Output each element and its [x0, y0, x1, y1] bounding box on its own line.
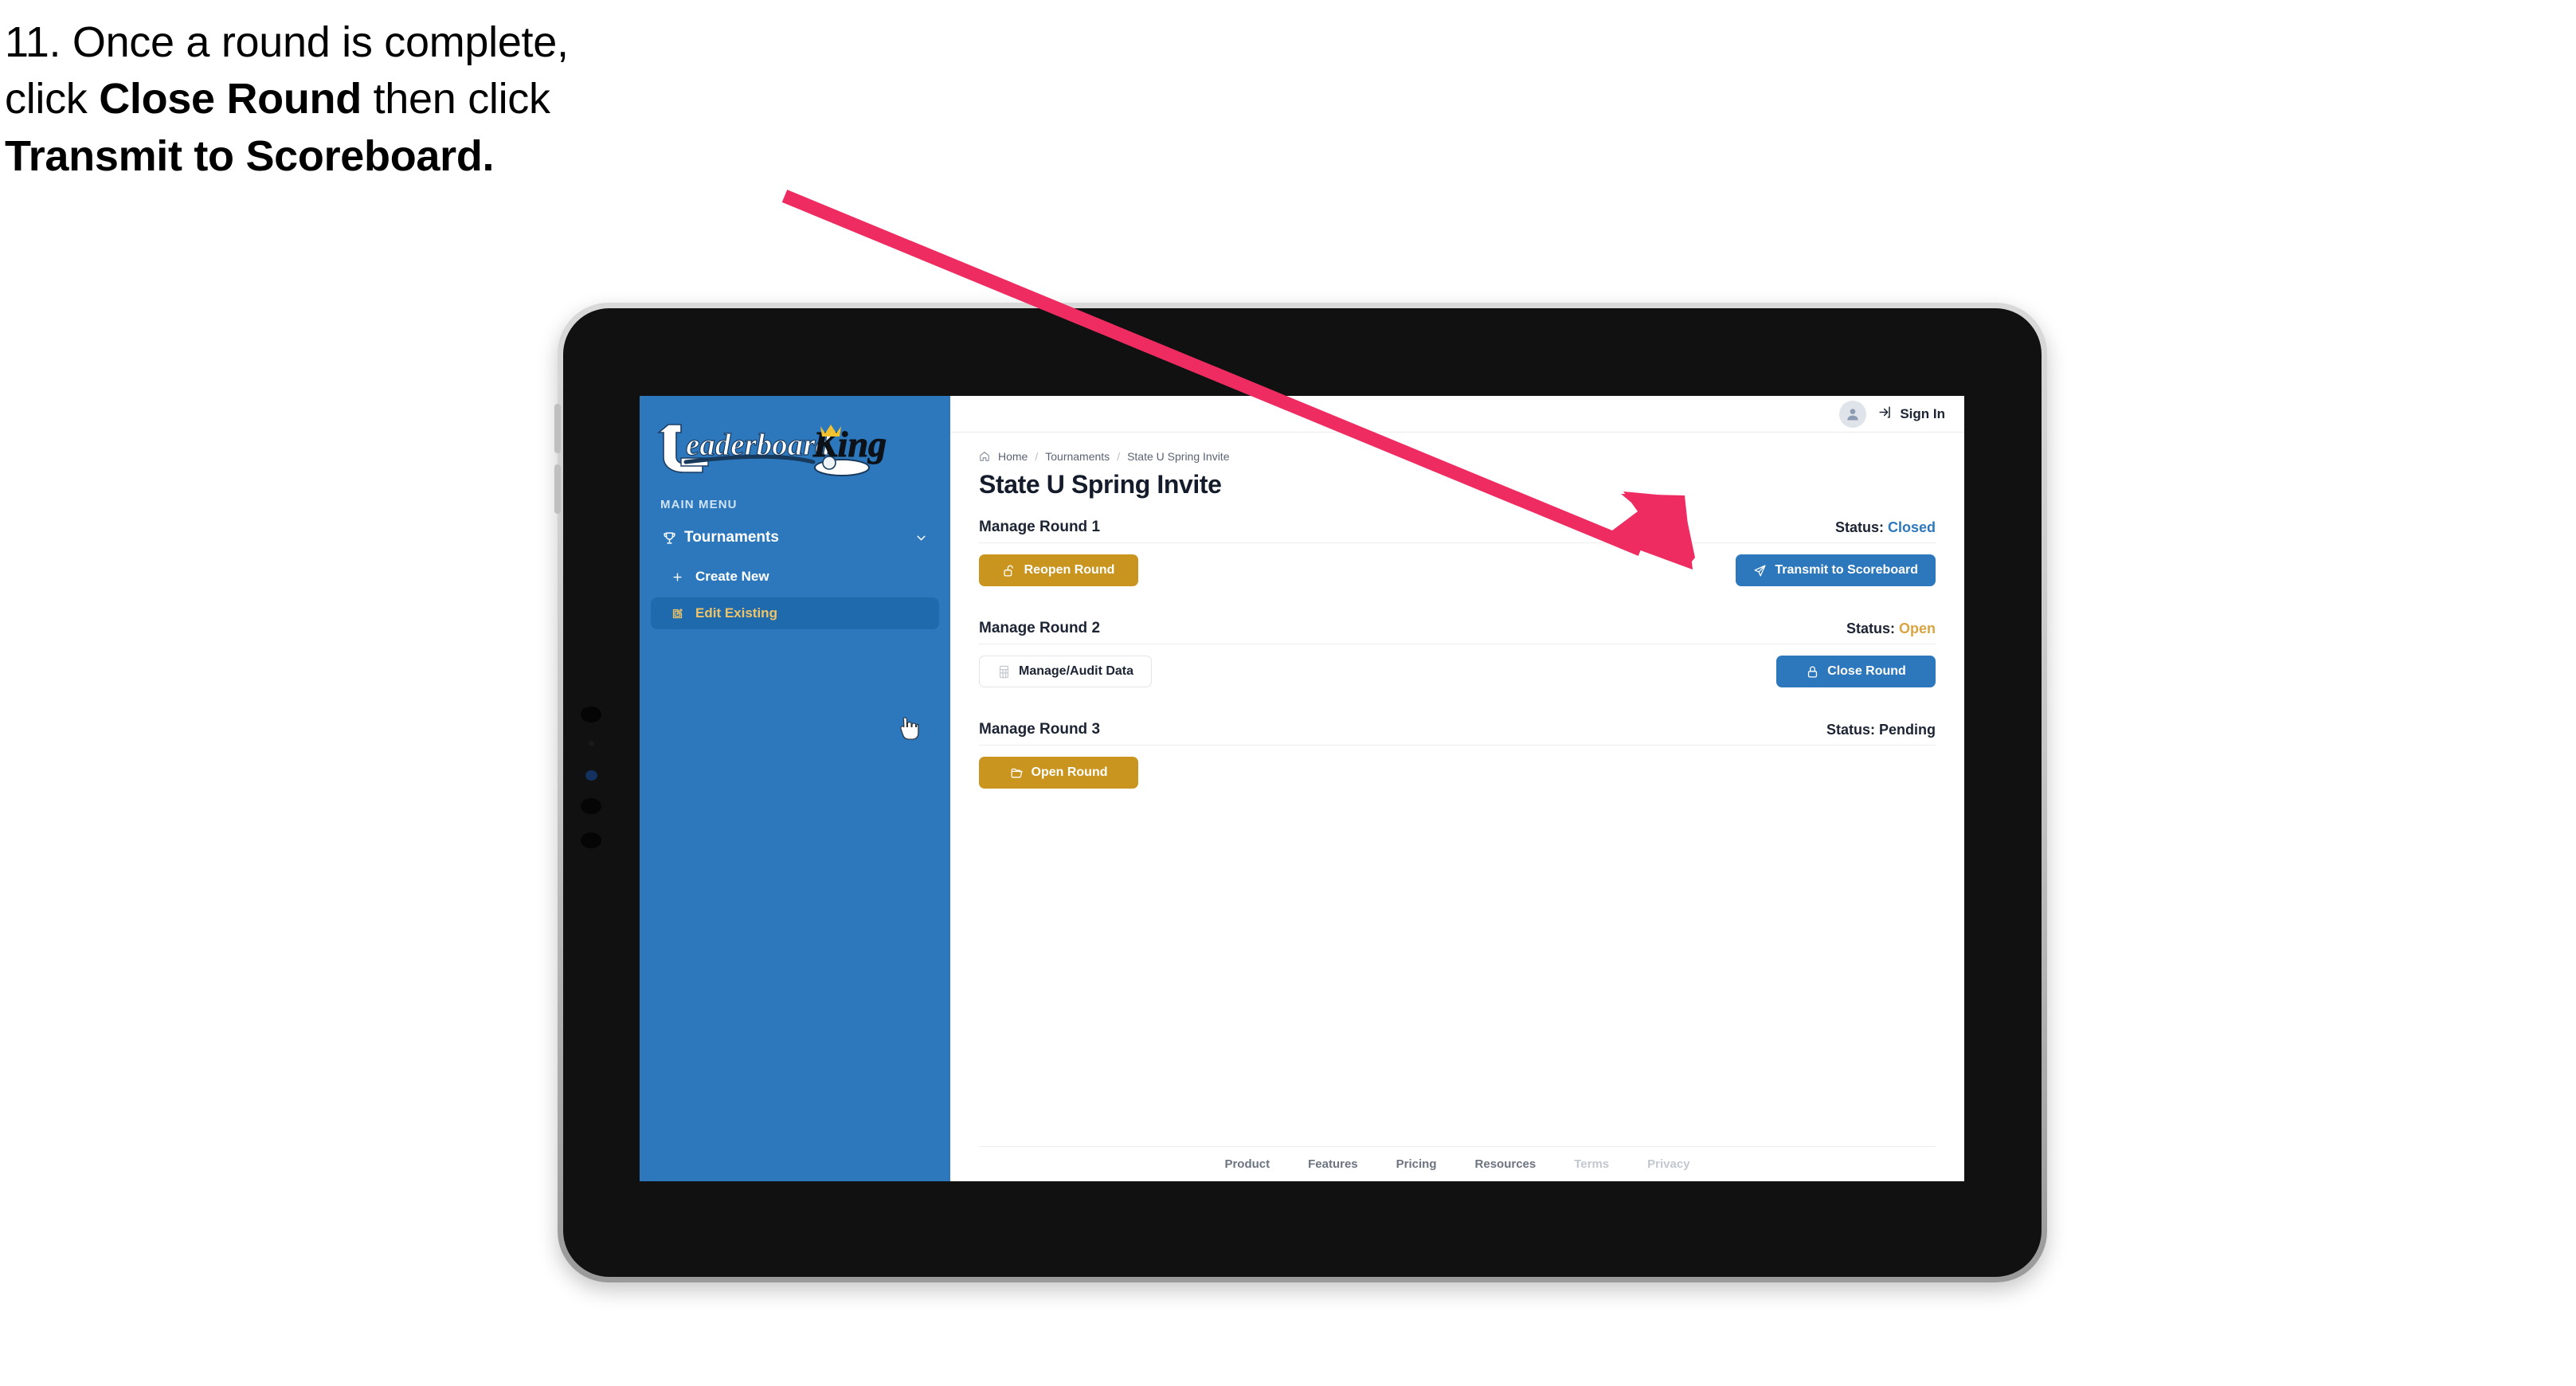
tablet-camera-icon: [585, 770, 597, 781]
trophy-icon: [662, 531, 684, 546]
sign-in-button[interactable]: Sign In: [1877, 405, 1945, 424]
leaderboard-king-logo: eaderboard King: [640, 410, 950, 487]
caption-line2-bold: Close Round: [99, 75, 362, 123]
manage-audit-data-button[interactable]: Manage/Audit Data: [979, 656, 1153, 687]
breadcrumb: Home / Tournaments / State U Spring Invi…: [979, 450, 1936, 463]
round-actions-3: Open Round: [979, 757, 1936, 789]
round-section-3: Manage Round 3 Status: Pending Open Roun…: [979, 721, 1936, 789]
app-footer: Product Features Pricing Resources Terms…: [979, 1146, 1936, 1181]
tablet-device: eaderboard King MAIN MENU Tournaments Cr…: [554, 303, 2047, 1282]
manage-audit-data-label: Manage/Audit Data: [1019, 664, 1134, 678]
open-round-button[interactable]: Open Round: [979, 757, 1138, 789]
app-sidebar: eaderboard King MAIN MENU Tournaments Cr…: [640, 396, 950, 1181]
sidebar-item-create-new[interactable]: Create New: [651, 561, 939, 593]
open-round-label: Open Round: [1031, 765, 1108, 779]
lock-icon: [1806, 665, 1819, 679]
tablet-sensor-3: [581, 798, 601, 814]
page-title: State U Spring Invite: [979, 470, 1222, 499]
round-header-1: Manage Round 1 Status: Closed: [979, 519, 1936, 543]
app-content: Sign In Home / Tournaments / State U Spr…: [950, 396, 1964, 1181]
footer-link-pricing[interactable]: Pricing: [1396, 1157, 1437, 1171]
round-actions-2: Manage/Audit Data Close Round: [979, 656, 1936, 687]
round-status-3: Status: Pending: [1826, 722, 1936, 738]
svg-text:King: King: [812, 424, 887, 464]
sidebar-item-tournaments[interactable]: Tournaments: [651, 519, 939, 556]
tablet-sensor-2: [589, 741, 594, 746]
close-round-label: Close Round: [1827, 664, 1906, 678]
close-round-button[interactable]: Close Round: [1776, 656, 1936, 687]
edit-square-icon: [671, 608, 695, 620]
round-header-2: Manage Round 2 Status: Open: [979, 620, 1936, 644]
footer-link-terms[interactable]: Terms: [1574, 1157, 1609, 1171]
caption-line3-bold: Transmit to Scoreboard.: [5, 131, 495, 180]
instruction-caption: 11. Once a round is complete, click Clos…: [5, 14, 849, 185]
caption-line2-post: then click: [361, 75, 550, 123]
tablet-side-button-top: [554, 404, 561, 453]
round-section-2: Manage Round 2 Status: Open Manage/Audit…: [979, 620, 1936, 687]
round-status-value-2: Open: [1898, 621, 1936, 636]
user-avatar-icon[interactable]: [1839, 400, 1867, 428]
footer-link-product[interactable]: Product: [1224, 1157, 1270, 1171]
screenshot-stage: 11. Once a round is complete, click Clos…: [0, 0, 2576, 1386]
plus-icon: [671, 571, 695, 583]
round-status-1: Status: Closed: [1835, 519, 1936, 536]
sidebar-item-label-create-new: Create New: [695, 569, 769, 584]
page-body: Home / Tournaments / State U Spring Invi…: [950, 433, 1964, 1146]
caption-line-1: 11. Once a round is complete,: [5, 18, 569, 66]
reopen-round-label: Reopen Round: [1024, 563, 1115, 577]
transmit-to-scoreboard-button[interactable]: Transmit to Scoreboard: [1736, 554, 1936, 586]
round-status-value-3: Pending: [1879, 722, 1936, 738]
chevron-down-icon[interactable]: [914, 531, 928, 545]
sign-in-label: Sign In: [1900, 405, 1945, 421]
breadcrumb-item-current: State U Spring Invite: [1127, 450, 1230, 463]
sidebar-item-label-edit-existing: Edit Existing: [695, 605, 777, 621]
calculator-icon: [997, 665, 1011, 679]
tablet-frame: eaderboard King MAIN MENU Tournaments Cr…: [554, 308, 2042, 1277]
tablet-screen: eaderboard King MAIN MENU Tournaments Cr…: [640, 396, 1964, 1181]
unlock-icon: [1003, 564, 1016, 578]
round-name-3: Manage Round 3: [979, 721, 1101, 738]
footer-link-resources[interactable]: Resources: [1475, 1157, 1537, 1171]
round-actions-1: Reopen Round Transmit to Scoreboard: [979, 554, 1936, 586]
round-status-label-2: Status:: [1846, 621, 1895, 636]
tablet-sensor-4: [581, 832, 601, 848]
round-name-1: Manage Round 1: [979, 519, 1101, 535]
round-status-label-1: Status:: [1834, 519, 1884, 535]
app-topbar: Sign In: [950, 396, 1964, 433]
sidebar-item-label-tournaments: Tournaments: [684, 529, 779, 546]
footer-link-privacy[interactable]: Privacy: [1647, 1157, 1689, 1171]
transmit-to-scoreboard-label: Transmit to Scoreboard: [1775, 563, 1918, 577]
round-section-1: Manage Round 1 Status: Closed Reopen Rou…: [979, 519, 1936, 586]
caption-line-2: click Close Round then click: [5, 71, 849, 127]
footer-link-features[interactable]: Features: [1308, 1157, 1358, 1171]
tablet-side-button-bottom: [554, 464, 561, 514]
mouse-cursor-pointer: [898, 716, 919, 742]
breadcrumb-separator-2: /: [1117, 450, 1121, 463]
breadcrumb-item-home[interactable]: Home: [998, 450, 1028, 463]
caption-line2-pre: click: [5, 75, 100, 123]
open-folder-icon: [1010, 766, 1024, 780]
caption-line-3: Transmit to Scoreboard.: [5, 128, 849, 185]
round-header-3: Manage Round 3 Status: Pending: [979, 721, 1936, 746]
sidebar-item-edit-existing[interactable]: Edit Existing: [651, 597, 939, 629]
round-name-2: Manage Round 2: [979, 620, 1101, 636]
send-plane-icon: [1753, 564, 1767, 578]
reopen-round-button[interactable]: Reopen Round: [979, 554, 1138, 586]
home-icon: [979, 451, 990, 462]
sidebar-section-label: MAIN MENU: [660, 498, 738, 511]
round-status-2: Status: Open: [1846, 621, 1936, 637]
breadcrumb-item-tournaments[interactable]: Tournaments: [1045, 450, 1110, 463]
round-status-label-3: Status:: [1826, 722, 1875, 738]
breadcrumb-separator-1: /: [1035, 450, 1039, 463]
round-status-value-1: Closed: [1887, 519, 1936, 535]
tablet-sensor-1: [581, 707, 601, 722]
login-arrow-icon: [1877, 405, 1893, 424]
